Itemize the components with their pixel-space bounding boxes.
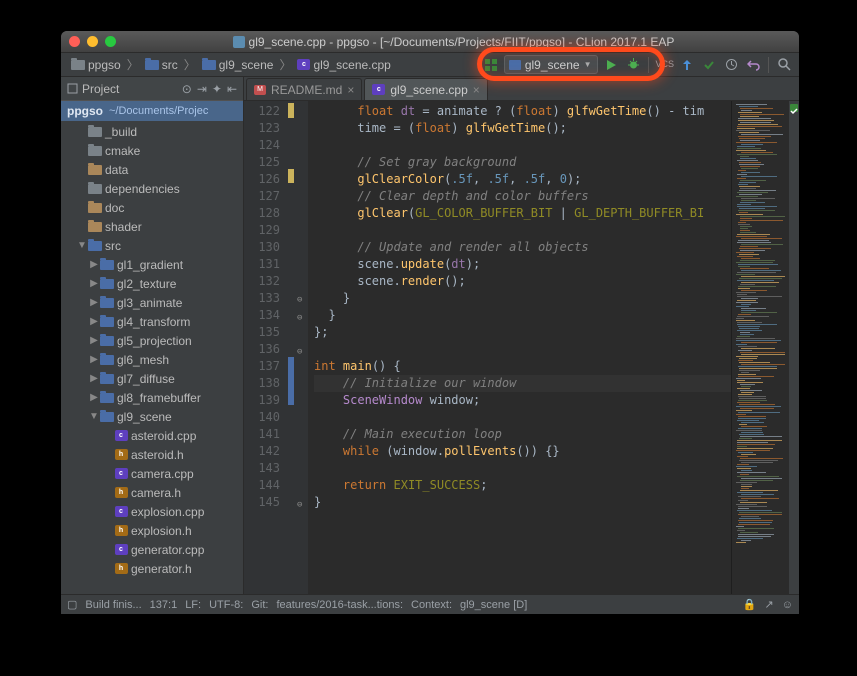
- editor-tab[interactable]: MREADME.md×: [246, 78, 362, 100]
- file-icon: [233, 36, 245, 48]
- chevron-down-icon: ▼: [584, 60, 592, 69]
- minimize-window-button[interactable]: [87, 36, 98, 47]
- tree-node[interactable]: hcamera.h: [61, 483, 243, 502]
- tree-node[interactable]: ▶gl1_gradient: [61, 255, 243, 274]
- line-gutter[interactable]: 1221231241251261271281291301311321331341…: [244, 101, 288, 594]
- status-bar: ▢ Build finis... 137:1 LF: UTF-8: Git: f…: [61, 594, 799, 614]
- tree-node[interactable]: hexplosion.h: [61, 521, 243, 540]
- project-icon: [67, 83, 78, 94]
- zoom-window-button[interactable]: [105, 36, 116, 47]
- minimap[interactable]: [731, 101, 789, 594]
- tree-node[interactable]: casteroid.cpp: [61, 426, 243, 445]
- gear-icon[interactable]: ✦: [212, 82, 222, 96]
- git-branch[interactable]: features/2016-task...tions:: [276, 599, 403, 611]
- tree-node[interactable]: cgenerator.cpp: [61, 540, 243, 559]
- separator: [768, 57, 769, 73]
- project-panel-title: Project: [82, 82, 119, 96]
- close-tab-icon[interactable]: ×: [473, 83, 480, 97]
- status-message: Build finis...: [85, 599, 141, 611]
- separator: [648, 57, 649, 73]
- tree-node[interactable]: ▶gl3_animate: [61, 293, 243, 312]
- tree-node[interactable]: ccamera.cpp: [61, 464, 243, 483]
- debug-button[interactable]: [624, 56, 642, 74]
- editor-tab[interactable]: cgl9_scene.cpp×: [364, 78, 487, 100]
- tree-node[interactable]: ▶gl7_diffuse: [61, 369, 243, 388]
- tree-node[interactable]: doc: [61, 198, 243, 217]
- tree-node[interactable]: data: [61, 160, 243, 179]
- run-config-label: gl9_scene: [525, 58, 580, 72]
- breadcrumb-item[interactable]: src: [141, 56, 182, 74]
- window-title: gl9_scene.cpp - ppgso - [~/Documents/Pro…: [249, 35, 675, 49]
- run-button[interactable]: [602, 56, 620, 74]
- project-tree[interactable]: _buildcmakedatadependenciesdocshader▼src…: [61, 121, 243, 594]
- breadcrumb-item[interactable]: ppgso: [67, 56, 125, 74]
- undo-button[interactable]: [744, 56, 762, 74]
- project-panel-header[interactable]: Project ⊙ ⇥ ✦ ⇤: [61, 77, 243, 101]
- collapse-all-icon[interactable]: ⇥: [197, 82, 207, 96]
- chevron-right-icon: 〉: [184, 56, 196, 73]
- line-separator[interactable]: LF:: [185, 599, 201, 611]
- context-label: Context:: [411, 599, 452, 611]
- git-label: Git:: [251, 599, 268, 611]
- tree-node[interactable]: hgenerator.h: [61, 559, 243, 578]
- caret-position[interactable]: 137:1: [150, 599, 178, 611]
- vcs-history-button[interactable]: [722, 56, 740, 74]
- tree-node[interactable]: ▼src: [61, 236, 243, 255]
- ide-man-icon[interactable]: ☺: [782, 599, 793, 611]
- hide-icon[interactable]: ⇤: [227, 82, 237, 96]
- tree-node[interactable]: cexplosion.cpp: [61, 502, 243, 521]
- tree-node[interactable]: ▶gl4_transform: [61, 312, 243, 331]
- toolwindow-toggle-icon[interactable]: ▢: [67, 598, 77, 611]
- project-root[interactable]: ppgso ~/Documents/Projec: [61, 101, 243, 121]
- context-value[interactable]: gl9_scene [D]: [460, 599, 527, 611]
- project-root-name: ppgso: [67, 104, 103, 118]
- vcs-label: VCS: [655, 60, 674, 69]
- fold-column[interactable]: ⊖ ⊖ ⊖ ⊖: [294, 101, 308, 594]
- editor-area: MREADME.md×cgl9_scene.cpp× 1221231241251…: [244, 77, 799, 594]
- close-window-button[interactable]: [69, 36, 80, 47]
- main-area: Project ⊙ ⇥ ✦ ⇤ ppgso ~/Documents/Projec…: [61, 77, 799, 594]
- inspection-ok-icon: [790, 104, 798, 112]
- tree-node[interactable]: ▶gl6_mesh: [61, 350, 243, 369]
- vcs-commit-button[interactable]: [700, 56, 718, 74]
- close-tab-icon[interactable]: ×: [347, 83, 354, 97]
- scroll-from-source-icon[interactable]: ⊙: [182, 82, 192, 96]
- ide-window: gl9_scene.cpp - ppgso - [~/Documents/Pro…: [61, 31, 799, 614]
- tree-node[interactable]: shader: [61, 217, 243, 236]
- titlebar: gl9_scene.cpp - ppgso - [~/Documents/Pro…: [61, 31, 799, 53]
- lock-icon[interactable]: 🔒: [743, 598, 757, 611]
- build-icon[interactable]: [482, 56, 500, 74]
- tree-node[interactable]: cmake: [61, 141, 243, 160]
- chevron-right-icon: 〉: [279, 56, 291, 73]
- project-panel: Project ⊙ ⇥ ✦ ⇤ ppgso ~/Documents/Projec…: [61, 77, 244, 594]
- editor-body: 1221231241251261271281291301311321331341…: [244, 101, 799, 594]
- tree-node[interactable]: ▶gl5_projection: [61, 331, 243, 350]
- tree-node[interactable]: _build: [61, 122, 243, 141]
- encoding[interactable]: UTF-8:: [209, 599, 243, 611]
- tree-node[interactable]: ▶gl2_texture: [61, 274, 243, 293]
- breadcrumb-item[interactable]: cgl9_scene.cpp: [293, 56, 394, 74]
- run-config-selector[interactable]: gl9_scene ▼: [504, 55, 599, 74]
- editor-tabs: MREADME.md×cgl9_scene.cpp×: [244, 77, 799, 101]
- goto-icon[interactable]: ↗: [765, 598, 774, 611]
- tree-node[interactable]: ▼gl9_scene: [61, 407, 243, 426]
- vcs-update-button[interactable]: [678, 56, 696, 74]
- tree-node[interactable]: dependencies: [61, 179, 243, 198]
- error-stripe[interactable]: [789, 101, 799, 594]
- chevron-right-icon: 〉: [127, 56, 139, 73]
- tree-node[interactable]: ▶gl8_framebuffer: [61, 388, 243, 407]
- tree-node[interactable]: hasteroid.h: [61, 445, 243, 464]
- toolbar: ppgso〉src〉gl9_scene〉cgl9_scene.cpp gl9_s…: [61, 53, 799, 77]
- code-area[interactable]: float dt = animate ? (float) glfwGetTime…: [308, 101, 731, 594]
- breadcrumb-item[interactable]: gl9_scene: [198, 56, 278, 74]
- search-button[interactable]: [775, 56, 793, 74]
- project-root-path: ~/Documents/Projec: [109, 105, 208, 117]
- breadcrumb: ppgso〉src〉gl9_scene〉cgl9_scene.cpp: [67, 56, 395, 74]
- window-controls: [69, 36, 116, 47]
